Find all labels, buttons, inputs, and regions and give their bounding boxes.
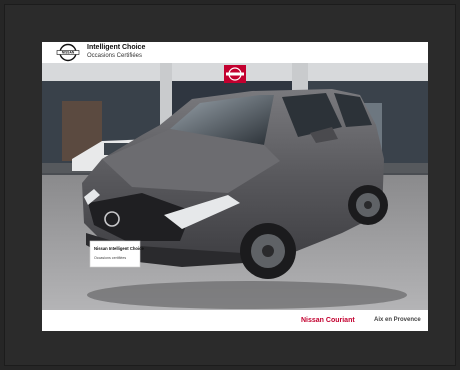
brand-title: Intelligent Choice <box>87 44 146 51</box>
car-shadow <box>87 281 407 309</box>
card-header: NISSAN Intelligent Choice Occasions Cert… <box>42 42 428 63</box>
plate-line-1: Nissan Intelligent Choice <box>94 246 144 251</box>
dealer-sign <box>224 65 246 83</box>
dealer-name: Nissan Couriant <box>301 317 355 324</box>
listing-card: NISSAN Intelligent Choice Occasions Cert… <box>42 42 428 331</box>
dealer-city: Aix en Provence <box>374 317 421 323</box>
plate-line-2: Occasions certifiées <box>94 256 126 260</box>
nissan-logo: NISSAN <box>56 43 80 62</box>
plate-card: Nissan Intelligent Choice Occasions cert… <box>89 240 144 268</box>
card-footer: Nissan Couriant Aix en Provence <box>42 310 428 331</box>
brand-subtitle: Occasions Certifiées <box>87 53 143 59</box>
logo-wordmark: NISSAN <box>62 51 75 55</box>
vehicle-photo: Nissan Intelligent Choice Occasions cert… <box>42 63 428 310</box>
